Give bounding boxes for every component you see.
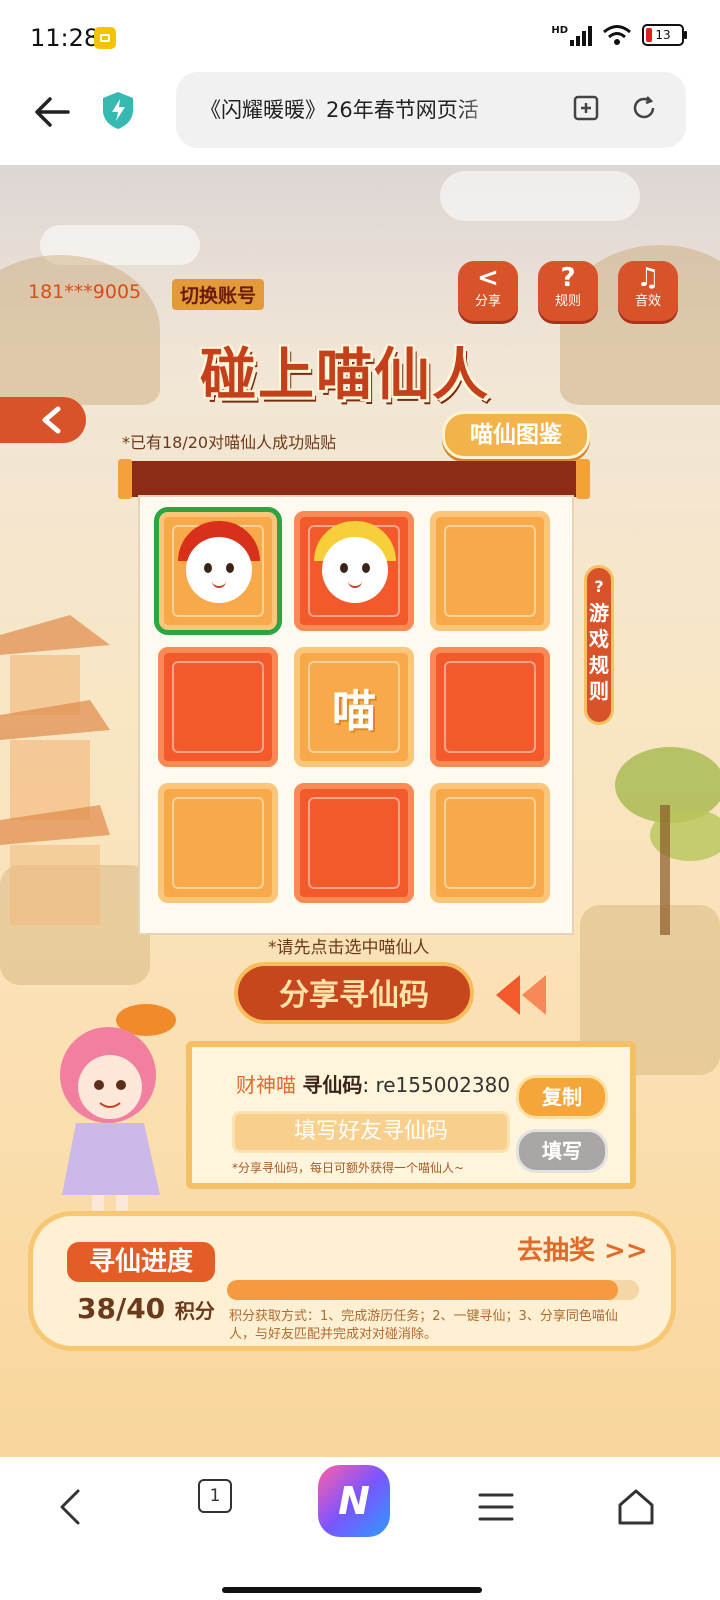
tile-miao-center[interactable]: 喵 (294, 647, 414, 767)
home-indicator (222, 1587, 482, 1593)
mountain-decoration (0, 255, 160, 405)
tile-empty[interactable] (430, 783, 550, 903)
side-back-button[interactable] (0, 397, 86, 443)
question-icon: ? (560, 263, 576, 293)
progress-bar-fill (227, 1280, 619, 1300)
game-rules-label: 游戏规则 (589, 601, 609, 703)
bookmark-add-icon[interactable] (572, 94, 600, 122)
cat-face-icon (322, 537, 388, 603)
progress-current: 38 (77, 1292, 116, 1325)
copy-button[interactable]: 复制 (516, 1075, 608, 1119)
chevron-left-icon (42, 406, 61, 434)
cat-atlas-button[interactable]: 喵仙图鉴 (442, 411, 590, 459)
tile-empty[interactable] (158, 783, 278, 903)
cat-face-icon (186, 537, 252, 603)
menu-icon[interactable] (466, 1477, 526, 1537)
bottom-navigation: 1 N (0, 1457, 720, 1600)
progress-value: 38/40 积分 (77, 1292, 215, 1325)
signal-icon (570, 24, 592, 46)
cloud-decoration (440, 171, 640, 221)
tile-empty[interactable] (158, 647, 278, 767)
progress-separator: / (115, 1292, 127, 1325)
cat-name: 财神喵 (236, 1073, 296, 1097)
network-type: HD (551, 24, 568, 36)
progress-panel: 寻仙进度 38/40 积分 去抽奖 >> 积分获取方式：1、完成游历任务；2、一… (28, 1211, 676, 1351)
share-button[interactable]: < 分享 (458, 261, 518, 321)
tile-frame (308, 797, 400, 889)
tile-frame (172, 797, 264, 889)
progress-bar (227, 1280, 639, 1300)
app-logo-button[interactable]: N (318, 1465, 390, 1537)
lock-notification-icon (94, 27, 116, 49)
friend-code-input[interactable]: 填写好友寻仙码 (232, 1111, 510, 1153)
tile-cat-red[interactable] (154, 507, 282, 635)
game-title: 碰上喵仙人 (200, 343, 490, 408)
share-icon: < (477, 263, 499, 293)
switch-account-button[interactable]: 切换账号 (172, 279, 265, 310)
music-note-icon: ♫ (636, 263, 660, 293)
home-icon[interactable] (606, 1477, 666, 1537)
fill-button[interactable]: 填写 (516, 1129, 608, 1173)
share-code-button[interactable]: 分享寻仙码 (234, 962, 474, 1024)
address-bar[interactable]: 《闪耀暖暖》26年春节网页活 (176, 72, 686, 148)
share-label: 分享 (474, 294, 501, 309)
board-scroll-header (118, 459, 590, 499)
lottery-link[interactable]: 去抽奖 >> (517, 1230, 648, 1267)
status-bar: 11:28 HD 13 (0, 0, 720, 70)
progress-total: 40 (126, 1292, 166, 1325)
rules-button[interactable]: ? 规则 (538, 261, 598, 321)
game-page: 181***9005 切换账号 < 分享 ? 规则 ♫ 音效 碰上喵仙人 *已有… (0, 165, 720, 1490)
tile-frame (444, 525, 536, 617)
game-rules-tab[interactable]: ? 游戏规则 (584, 565, 614, 725)
sound-button[interactable]: ♫ 音效 (618, 261, 678, 321)
points-method-text: 积分获取方式：1、完成游历任务；2、一键寻仙；3、分享同色喵仙人，与好友匹配并完… (229, 1309, 618, 1342)
game-board: 喵 (138, 495, 574, 935)
tile-frame (444, 661, 536, 753)
back-arrow-icon[interactable] (32, 92, 72, 132)
code-panel: 财神喵 寻仙码: re155002380 填写好友寻仙码 复制 填写 *分享寻仙… (186, 1041, 636, 1189)
tile-empty[interactable] (294, 783, 414, 903)
character-illustration (60, 1004, 176, 1219)
select-hint: *请先点击选中喵仙人 (268, 938, 430, 958)
nav-back-icon[interactable] (40, 1477, 100, 1537)
shield-icon[interactable] (100, 90, 136, 130)
paired-count-note: *已有18/20对喵仙人成功贴贴 (122, 433, 337, 452)
browser-toolbar: 《闪耀暖暖》26年春节网页活 (0, 70, 720, 165)
progress-unit: 积分 (174, 1299, 215, 1323)
rules-help-icon: ? (594, 577, 604, 596)
rules-label: 规则 (554, 294, 581, 309)
status-icons: HD 13 (551, 24, 687, 46)
pagoda-decoration (0, 615, 110, 925)
status-time: 11:28 (30, 24, 100, 52)
tile-cat-yellow[interactable] (294, 511, 414, 631)
double-arrow-left-icon (496, 975, 546, 1015)
code-line: 财神喵 寻仙码: re155002380 (236, 1069, 510, 1098)
progress-label: 寻仙进度 (67, 1242, 215, 1282)
tabs-button[interactable]: 1 (198, 1479, 232, 1513)
code-tip: *分享寻仙码，每日可额外获得一个喵仙人~ (232, 1161, 465, 1175)
battery-icon: 13 (642, 24, 687, 46)
tile-frame (444, 797, 536, 889)
sound-label: 音效 (634, 294, 661, 309)
code-label: 寻仙码 (302, 1073, 363, 1097)
wifi-icon (603, 25, 631, 45)
url-title[interactable]: 《闪耀暖暖》26年春节网页活 (200, 94, 515, 124)
code-colon: : (362, 1073, 376, 1097)
reload-icon[interactable] (630, 94, 658, 122)
tile-empty[interactable] (430, 647, 550, 767)
miao-label: 喵 (332, 686, 376, 737)
tree-decoration (615, 747, 720, 935)
tile-empty[interactable] (430, 511, 550, 631)
tile-frame (172, 661, 264, 753)
account-phone: 181***9005 (28, 281, 142, 303)
code-value: re155002380 (375, 1073, 511, 1097)
